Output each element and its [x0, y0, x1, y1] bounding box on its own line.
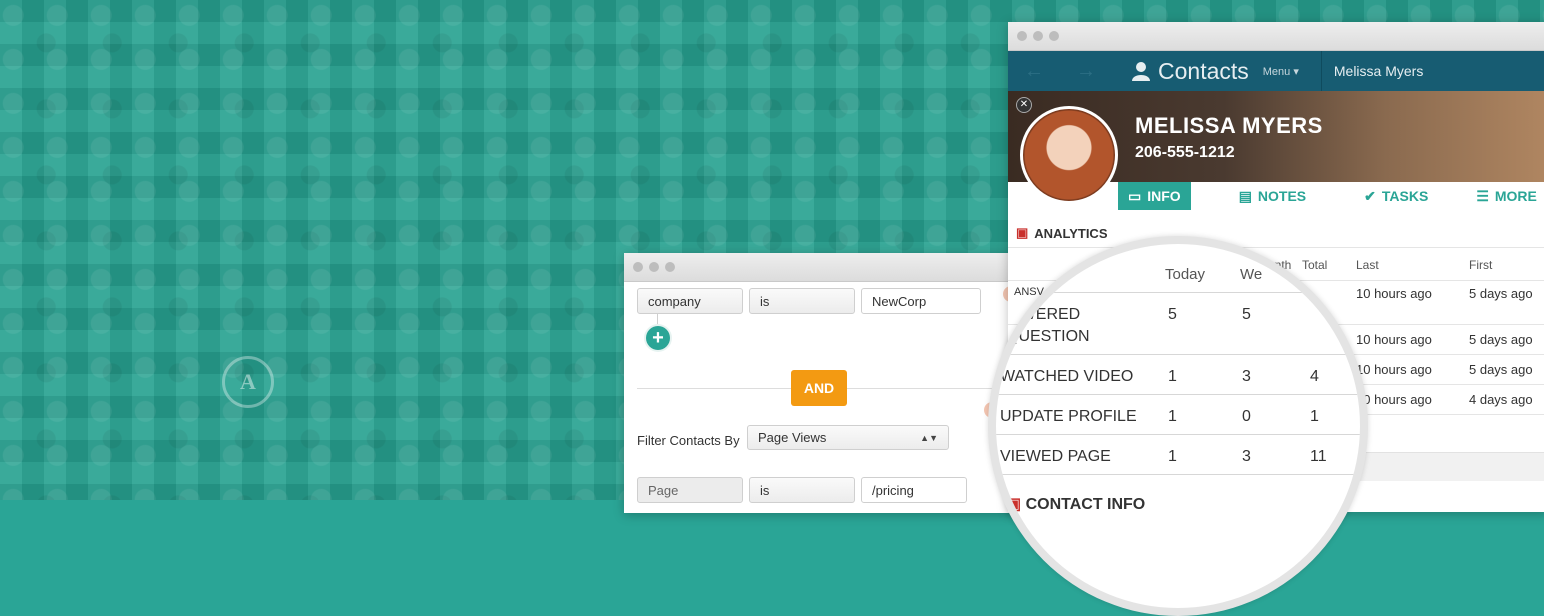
lens-row1-label2: QUESTION — [1006, 328, 1090, 345]
lens-row4-today: 1 — [1168, 448, 1177, 465]
lens-row2-label: WATCHED VIDEO — [1000, 368, 1134, 385]
filter-window-titlebar — [624, 253, 1044, 282]
analytics-heading: ▣ ANALYTICS — [1016, 225, 1108, 241]
contact-icon: ▣ — [1006, 496, 1026, 513]
filter-by-label: Filter Contacts By — [637, 433, 740, 448]
lens-row4-week: 3 — [1242, 448, 1251, 465]
col-first: First — [1469, 258, 1493, 272]
window-minimize-dot[interactable] — [1033, 31, 1043, 41]
profile-name: MELISSA MYERS — [1135, 113, 1323, 138]
lens-row-divider — [996, 474, 1360, 475]
col-total: Total — [1302, 258, 1328, 272]
contact-info-label: CONTACT INFO — [1025, 496, 1146, 513]
tab-info[interactable]: ▭ INFO — [1118, 182, 1191, 210]
contacts-window-titlebar — [1008, 22, 1544, 51]
row2-last: 10 hours ago — [1356, 332, 1432, 347]
close-icon[interactable]: ✕ — [1016, 97, 1032, 113]
tab-more-label: MORE — [1494, 188, 1537, 204]
analytics-label: ANALYTICS — [1034, 225, 1108, 241]
and-button[interactable]: AND — [791, 370, 847, 406]
filter-operator-select[interactable]: is — [749, 288, 855, 314]
tab-info-label: INFO — [1147, 188, 1181, 204]
lens-row4-total: 11 — [1310, 448, 1327, 465]
athletics-logo: A — [222, 356, 274, 408]
row1-first: 5 days ago — [1469, 286, 1533, 301]
window-minimize-dot[interactable] — [649, 262, 659, 272]
person-icon — [1132, 62, 1150, 81]
lens-row1-today: 5 — [1168, 306, 1177, 323]
lens-col-today: Today — [1165, 266, 1206, 283]
page-operator-select[interactable]: is — [749, 477, 855, 503]
tab-notes[interactable]: ▤ NOTES — [1239, 182, 1306, 210]
lens-row-divider — [996, 354, 1360, 355]
lens-contact-info-heading: ▣ CONTACT INFO — [1006, 494, 1145, 514]
lens-row3-label: UPDATE PROFILE — [1000, 408, 1137, 425]
row4-last: 10 hours ago — [1356, 392, 1432, 407]
lens-row-divider — [996, 434, 1360, 435]
lens-row2-today: 1 — [1168, 368, 1177, 385]
filter-row-2: Page is /pricing — [637, 477, 967, 503]
current-contact-name[interactable]: Melissa Myers — [1334, 63, 1423, 79]
lens-row3-total: 1 — [1310, 408, 1319, 425]
window-close-dot[interactable] — [633, 262, 643, 272]
inbox-icon: ▣ — [1016, 225, 1029, 240]
filter-by-select-value: Page Views — [758, 430, 827, 445]
page-value-input[interactable]: /pricing — [861, 477, 967, 503]
menu-dropdown[interactable]: Menu ▾ — [1263, 65, 1299, 78]
back-arrow-icon[interactable]: ← — [1008, 51, 1060, 91]
tab-tasks[interactable]: ✔ TASKS — [1364, 182, 1428, 210]
lens-row1-week: 5 — [1242, 306, 1251, 323]
page-field-select[interactable]: Page — [637, 477, 743, 503]
filter-row-1: company is NewCorp — [637, 288, 981, 314]
add-filter-button[interactable]: + — [646, 326, 670, 350]
profile-phone: 206-555-1212 — [1135, 144, 1235, 161]
row3-first: 5 days ago — [1469, 362, 1533, 377]
contacts-title: Contacts Menu ▾ — [1132, 58, 1299, 85]
contacts-navbar: ← → Contacts Menu ▾ Melissa Myers — [1008, 51, 1544, 91]
tab-tasks-label: TASKS — [1381, 188, 1429, 204]
lens-col-week: We — [1240, 266, 1263, 283]
lens-row-divider — [996, 292, 1360, 293]
contacts-title-text: Contacts — [1158, 57, 1249, 84]
lens-row2-week: 3 — [1242, 368, 1251, 385]
tab-notes-label: NOTES — [1257, 188, 1307, 204]
tab-more[interactable]: ☰ MORE — [1476, 182, 1537, 210]
row2-first: 5 days ago — [1469, 332, 1533, 347]
row3-last: 10 hours ago — [1356, 362, 1432, 377]
lens-row2-total: 4 — [1310, 368, 1319, 385]
filter-by-select[interactable]: Page Views ▲▼ — [747, 425, 949, 450]
forward-arrow-icon[interactable]: → — [1060, 51, 1112, 91]
row4-first: 4 days ago — [1469, 392, 1533, 407]
magnifier-lens: Today We SWERED QUESTION 5 5 WATCHED VID… — [988, 236, 1368, 616]
col-last: Last — [1356, 258, 1379, 272]
nav-separator — [1320, 51, 1322, 91]
list-icon: ☰ — [1476, 187, 1489, 204]
window-zoom-dot[interactable] — [665, 262, 675, 272]
lens-row1-label: SWERED — [1010, 306, 1081, 323]
notes-icon: ▤ — [1238, 187, 1252, 204]
filter-value-input[interactable]: NewCorp — [861, 288, 981, 314]
avatar — [1020, 106, 1118, 204]
filter-field-select[interactable]: company — [637, 288, 743, 314]
check-icon: ✔ — [1364, 187, 1376, 204]
lens-row4-label: VIEWED PAGE — [1000, 448, 1111, 465]
select-caret-icon: ▲▼ — [920, 432, 938, 443]
lens-row3-today: 1 — [1168, 408, 1177, 425]
window-zoom-dot[interactable] — [1049, 31, 1059, 41]
inbox-icon: ▭ — [1128, 187, 1142, 204]
row1-last: 10 hours ago — [1356, 286, 1432, 301]
window-close-dot[interactable] — [1017, 31, 1027, 41]
table-footer — [1360, 452, 1544, 481]
lens-row-divider — [996, 394, 1360, 395]
menu-label: Menu — [1262, 65, 1291, 78]
lens-row3-week: 0 — [1242, 408, 1251, 425]
